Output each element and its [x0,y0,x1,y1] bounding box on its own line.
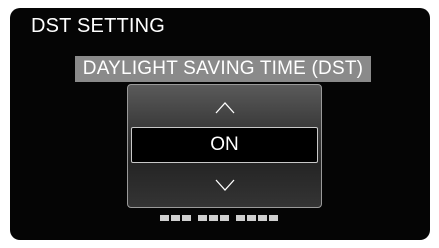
indicator-segment [220,215,229,221]
indicator-segment [269,215,278,221]
indicator-segment [247,215,256,221]
page-title: DST SETTING [31,15,166,37]
chevron-up-icon [215,102,234,114]
operation-guide-indicator [160,215,278,221]
chevron-down-icon [215,179,234,191]
dst-option-on[interactable]: ON [131,127,318,163]
indicator-segment [171,215,180,221]
indicator-segment [209,215,218,221]
dst-value-selector[interactable]: ON [127,84,322,208]
scroll-down-button[interactable] [128,165,321,205]
indicator-segment [236,215,245,221]
scroll-up-button[interactable] [128,88,321,128]
indicator-segment [160,215,169,221]
indicator-segment [198,215,207,221]
screen: DST SETTING DAYLIGHT SAVING TIME (DST) O… [0,0,439,248]
indicator-segment [258,215,267,221]
indicator-segment [182,215,191,221]
setting-subtitle: DAYLIGHT SAVING TIME (DST) [75,56,371,82]
